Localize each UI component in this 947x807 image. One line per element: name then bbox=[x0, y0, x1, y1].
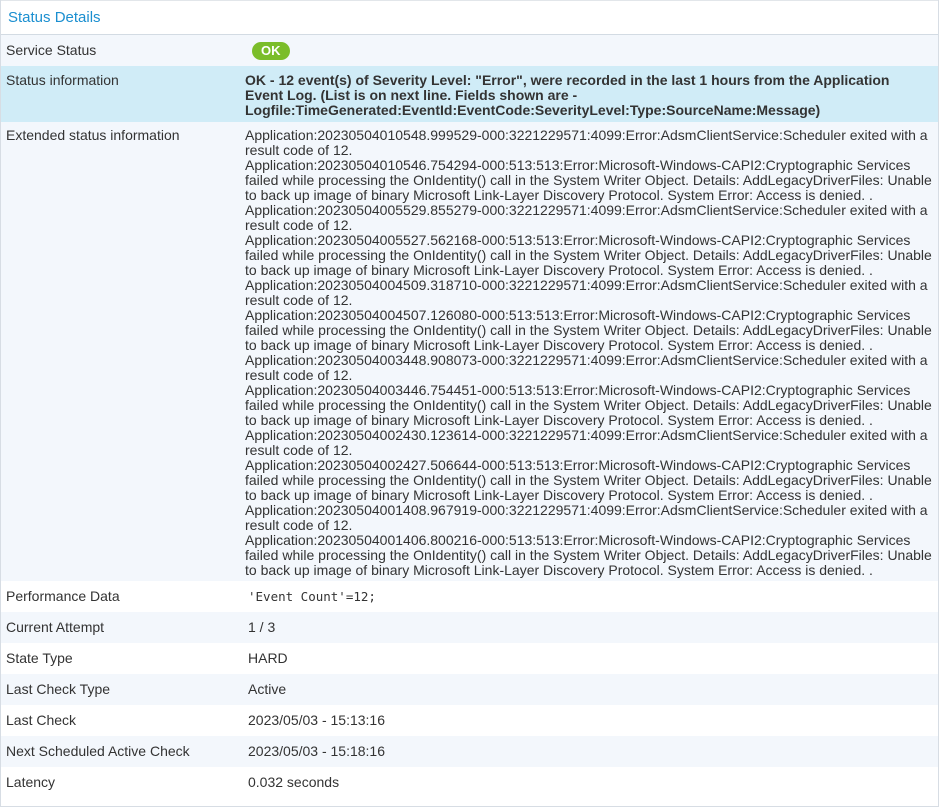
extended-status-label: Extended status information bbox=[6, 127, 180, 143]
state-type-value: HARD bbox=[248, 650, 288, 666]
state-type-label: State Type bbox=[6, 650, 73, 666]
extended-status-line: Application:20230504004509.318710-000:32… bbox=[245, 277, 928, 308]
last-check-value: 2023/05/03 - 15:13:16 bbox=[248, 712, 386, 728]
row-performance-data: Performance Data 'Event Count'=12; bbox=[1, 581, 938, 612]
extended-status-line: Application:20230504010548.999529-000:32… bbox=[245, 127, 928, 158]
status-information-value: OK - 12 event(s) of Severity Level: "Err… bbox=[245, 72, 890, 118]
performance-data-label: Performance Data bbox=[6, 588, 120, 604]
row-last-check-type: Last Check Type Active bbox=[1, 674, 938, 705]
extended-status-line: Application:20230504010546.754294-000:51… bbox=[245, 157, 932, 203]
service-status-value: OK bbox=[244, 35, 938, 66]
row-status-information: Status information OK - 12 event(s) of S… bbox=[1, 66, 938, 122]
extended-status-line: Application:20230504002430.123614-000:32… bbox=[245, 427, 928, 458]
row-extended-status: Extended status information Application:… bbox=[1, 122, 938, 581]
extended-status-line: Application:20230504001406.800216-000:51… bbox=[245, 532, 932, 578]
row-state-type: State Type HARD bbox=[1, 643, 938, 674]
status-details-table: Service Status OK Status information OK … bbox=[1, 35, 938, 798]
extended-status-line: Application:20230504003446.754451-000:51… bbox=[245, 382, 932, 428]
extended-status-line: Application:20230504002427.506644-000:51… bbox=[245, 457, 932, 503]
performance-data-value: 'Event Count'=12; bbox=[248, 589, 376, 604]
latency-value: 0.032 seconds bbox=[248, 774, 340, 790]
row-last-check: Last Check 2023/05/03 - 15:13:16 bbox=[1, 705, 938, 736]
extended-status-line: Application:20230504005529.855279-000:32… bbox=[245, 202, 928, 233]
status-information-label: Status information bbox=[6, 72, 119, 88]
row-current-attempt: Current Attempt 1 / 3 bbox=[1, 612, 938, 643]
extended-status-line: Application:20230504003448.908073-000:32… bbox=[245, 352, 928, 383]
row-latency: Latency 0.032 seconds bbox=[1, 767, 938, 798]
extended-status-line: Application:20230504001408.967919-000:32… bbox=[245, 502, 928, 533]
panel-title: Status Details bbox=[1, 0, 938, 35]
last-check-type-label: Last Check Type bbox=[6, 681, 111, 697]
next-scheduled-check-label: Next Scheduled Active Check bbox=[6, 743, 190, 759]
row-next-scheduled-check: Next Scheduled Active Check 2023/05/03 -… bbox=[1, 736, 938, 767]
last-check-type-value: Active bbox=[248, 681, 287, 697]
current-attempt-label: Current Attempt bbox=[6, 619, 105, 635]
next-scheduled-check-value: 2023/05/03 - 15:18:16 bbox=[248, 743, 386, 759]
latency-label: Latency bbox=[6, 774, 56, 790]
current-attempt-value: 1 / 3 bbox=[248, 619, 276, 635]
extended-status-line: Application:20230504004507.126080-000:51… bbox=[245, 307, 932, 353]
status-details-panel: Status Details Service Status OK Status … bbox=[0, 0, 939, 807]
last-check-label: Last Check bbox=[6, 712, 77, 728]
row-service-status: Service Status OK bbox=[1, 35, 938, 66]
extended-status-value: Application:20230504010548.999529-000:32… bbox=[244, 122, 938, 581]
service-status-label: Service Status bbox=[6, 42, 97, 58]
extended-status-line: Application:20230504005527.562168-000:51… bbox=[245, 232, 932, 278]
status-badge: OK bbox=[252, 42, 290, 61]
